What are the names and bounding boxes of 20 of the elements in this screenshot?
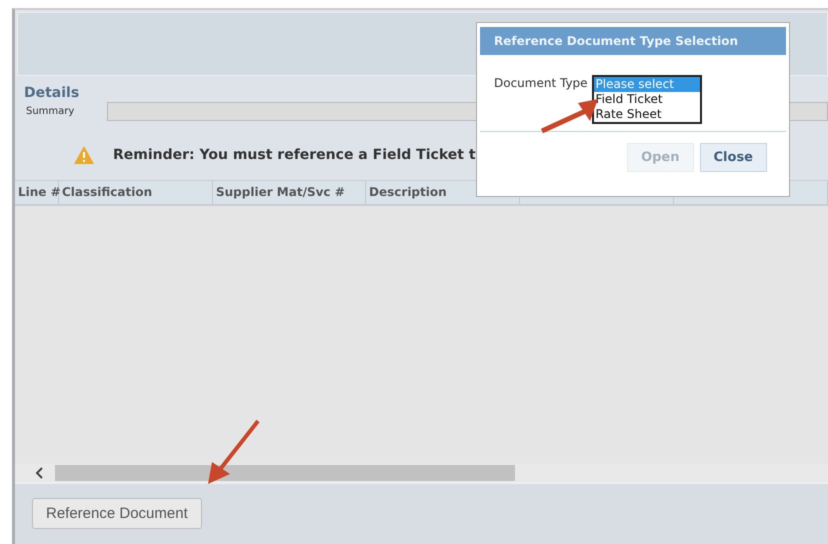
list-option[interactable]: Rate Sheet — [594, 107, 700, 122]
annotation-arrow — [540, 99, 598, 134]
scroll-thumb[interactable] — [55, 465, 515, 481]
warning-icon — [72, 145, 96, 165]
annotation-arrow — [208, 420, 260, 484]
dialog-button[interactable]: Close — [700, 143, 767, 172]
reference-document-button[interactable]: Reference Document — [32, 498, 202, 529]
scroll-left-icon[interactable] — [35, 467, 45, 479]
dialog-title: Reference Document Type Selection — [480, 27, 786, 55]
document-type-list[interactable]: Please select Field Ticket Rate Sheet — [592, 75, 702, 124]
field-label: Document Type — [494, 76, 588, 90]
reminder-text: Reminder: You must reference a Field Ticket t — [113, 147, 476, 163]
column-header[interactable]: Supplier Mat/Svc # — [212, 181, 366, 204]
section-title: Details — [24, 85, 80, 101]
column-header[interactable]: Classification — [59, 181, 213, 204]
list-option[interactable]: Field Ticket — [594, 92, 700, 107]
list-option[interactable]: Please select — [594, 77, 700, 92]
column-header[interactable]: Line # — [15, 181, 59, 204]
horizontal-scrollbar[interactable] — [15, 464, 828, 482]
summary-label: Summary — [25, 106, 76, 117]
